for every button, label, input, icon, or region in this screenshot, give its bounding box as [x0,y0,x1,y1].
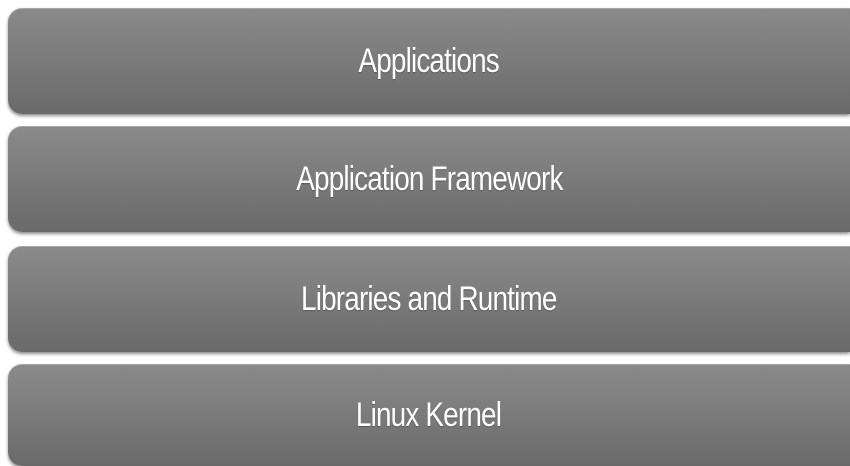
layer-applications: Applications [8,8,850,114]
layer-application-framework: Application Framework [8,126,850,232]
layer-libraries-and-runtime: Libraries and Runtime [8,246,850,352]
architecture-stack: Applications Application Framework Libra… [0,0,850,466]
layer-libraries-and-runtime-label: Libraries and Runtime [301,279,557,318]
layer-linux-kernel-label: Linux Kernel [356,395,502,434]
layer-applications-label: Applications [358,41,500,80]
layer-linux-kernel: Linux Kernel [8,364,850,466]
layer-application-framework-label: Application Framework [295,159,563,198]
